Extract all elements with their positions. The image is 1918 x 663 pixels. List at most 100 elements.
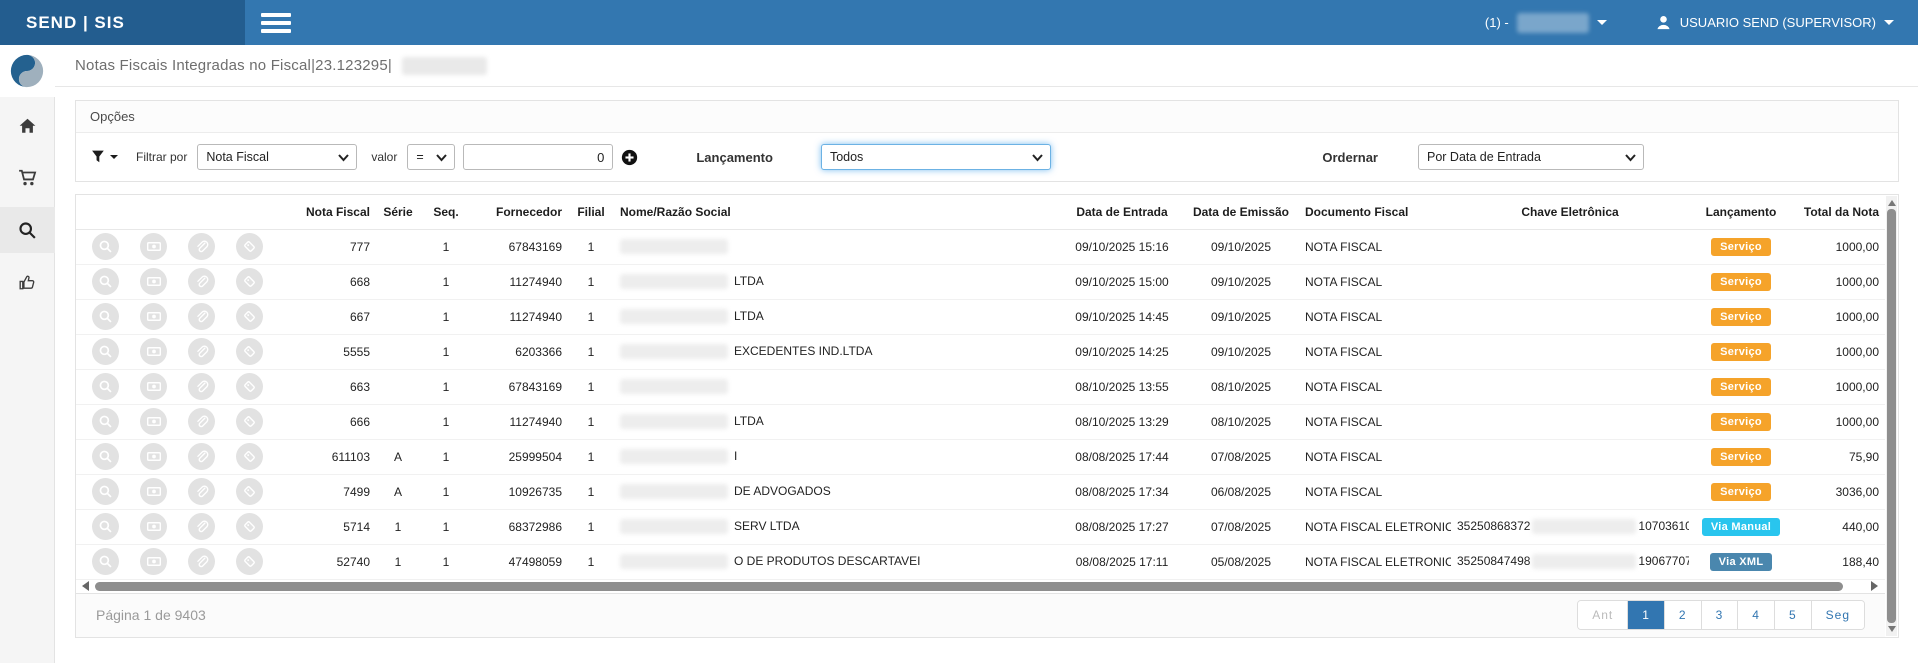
name-redacted (620, 484, 728, 499)
cell-actions (76, 474, 288, 509)
row-action-tag-icon[interactable] (236, 268, 263, 295)
row-action-tag-icon[interactable] (236, 513, 263, 540)
cell-documento: NOTA FISCAL ELETRONICA (1299, 544, 1451, 579)
row-action-tag-icon[interactable] (236, 408, 263, 435)
row-action-paperclip-icon[interactable] (188, 268, 215, 295)
row-action-money-icon[interactable] (140, 443, 167, 470)
row-action-tag-icon[interactable] (236, 443, 263, 470)
table-row: 571411683729861SERV LTDA08/08/2025 17:27… (76, 509, 1885, 544)
table-header-row: Nota FiscalSérieSeq.FornecedorFilialNome… (76, 195, 1885, 229)
cell-filial: 1 (568, 439, 614, 474)
row-action-paperclip-icon[interactable] (188, 338, 215, 365)
row-action-search-icon[interactable] (92, 548, 119, 575)
row-action-money-icon[interactable] (140, 478, 167, 505)
name-redacted (620, 554, 728, 569)
row-action-tag-icon[interactable] (236, 478, 263, 505)
app-logo[interactable] (0, 45, 55, 97)
horizontal-scrollbar[interactable] (76, 580, 1884, 593)
menu-icon[interactable] (261, 13, 291, 33)
pagination-5[interactable]: 5 (1774, 601, 1811, 629)
pagination-2[interactable]: 2 (1664, 601, 1701, 629)
sidebar-item-purchases[interactable] (0, 155, 55, 201)
sidebar-item-approvals[interactable] (0, 259, 55, 305)
cell-serie (376, 334, 420, 369)
lancamento-badge: Serviço (1711, 413, 1771, 431)
row-action-money-icon[interactable] (140, 513, 167, 540)
cell-filial: 1 (568, 334, 614, 369)
row-action-money-icon[interactable] (140, 548, 167, 575)
row-action-paperclip-icon[interactable] (188, 408, 215, 435)
scroll-up-icon[interactable] (1888, 200, 1896, 206)
vertical-scrollbar-thumb[interactable] (1887, 209, 1896, 623)
filter-icon[interactable] (90, 149, 118, 166)
scroll-left-icon[interactable] (82, 581, 89, 591)
row-action-search-icon[interactable] (92, 443, 119, 470)
lancamento-select[interactable]: Todos (821, 144, 1051, 170)
cell-nota: 5555 (288, 334, 376, 369)
cell-nome: I (614, 439, 1061, 474)
cell-entrada: 09/10/2025 14:45 (1061, 299, 1183, 334)
sidebar (0, 45, 55, 663)
scroll-down-icon[interactable] (1888, 626, 1896, 632)
cell-lancamento: Serviço (1689, 299, 1793, 334)
row-action-money-icon[interactable] (140, 303, 167, 330)
horizontal-scrollbar-thumb[interactable] (95, 582, 1843, 591)
row-action-paperclip-icon[interactable] (188, 233, 215, 260)
row-action-paperclip-icon[interactable] (188, 373, 215, 400)
column-header-nota: Nota Fiscal (288, 195, 376, 229)
cell-fornecedor: 67843169 (472, 229, 568, 264)
pagination-seg[interactable]: Seg (1811, 601, 1864, 629)
cell-filial: 1 (568, 264, 614, 299)
row-action-tag-icon[interactable] (236, 338, 263, 365)
pagination-1[interactable]: 1 (1627, 601, 1664, 629)
cell-fornecedor: 11274940 (472, 404, 568, 439)
row-action-search-icon[interactable] (92, 338, 119, 365)
cell-emissao: 05/08/2025 (1183, 544, 1299, 579)
row-action-paperclip-icon[interactable] (188, 443, 215, 470)
cell-fornecedor: 25999504 (472, 439, 568, 474)
row-action-tag-icon[interactable] (236, 548, 263, 575)
sidebar-item-home[interactable] (0, 103, 55, 149)
row-action-search-icon[interactable] (92, 373, 119, 400)
row-action-money-icon[interactable] (140, 408, 167, 435)
sidebar-item-search[interactable] (0, 207, 55, 253)
add-filter-button[interactable] (621, 149, 638, 166)
row-action-paperclip-icon[interactable] (188, 303, 215, 330)
row-action-money-icon[interactable] (140, 373, 167, 400)
vertical-scrollbar[interactable] (1886, 196, 1897, 636)
cell-actions (76, 299, 288, 334)
pagination-ant: Ant (1578, 601, 1627, 629)
ordernar-select[interactable]: Por Data de Entrada (1418, 144, 1644, 170)
filter-value-input[interactable] (463, 144, 613, 170)
filter-field-select[interactable]: Nota Fiscal (197, 144, 357, 170)
cell-seq: 1 (420, 229, 472, 264)
row-action-paperclip-icon[interactable] (188, 548, 215, 575)
cell-serie (376, 404, 420, 439)
user-menu[interactable]: USUARIO SEND (SUPERVISOR) (1655, 14, 1894, 31)
row-action-paperclip-icon[interactable] (188, 513, 215, 540)
row-action-search-icon[interactable] (92, 268, 119, 295)
cell-total: 3036,00 (1793, 474, 1885, 509)
cell-chave (1451, 334, 1689, 369)
row-action-search-icon[interactable] (92, 513, 119, 540)
row-action-tag-icon[interactable] (236, 373, 263, 400)
row-action-tag-icon[interactable] (236, 303, 263, 330)
cell-total: 440,00 (1793, 509, 1885, 544)
row-action-search-icon[interactable] (92, 303, 119, 330)
row-action-money-icon[interactable] (140, 268, 167, 295)
scroll-right-icon[interactable] (1871, 581, 1878, 591)
row-action-search-icon[interactable] (92, 408, 119, 435)
row-action-search-icon[interactable] (92, 478, 119, 505)
pagination-3[interactable]: 3 (1701, 601, 1738, 629)
ordernar-value: Por Data de Entrada (1427, 150, 1541, 164)
company-selector[interactable]: (1) - (1485, 13, 1607, 33)
row-action-money-icon[interactable] (140, 338, 167, 365)
cell-serie (376, 229, 420, 264)
row-action-search-icon[interactable] (92, 233, 119, 260)
pagination-4[interactable]: 4 (1737, 601, 1774, 629)
cell-total: 1000,00 (1793, 229, 1885, 264)
row-action-money-icon[interactable] (140, 233, 167, 260)
row-action-tag-icon[interactable] (236, 233, 263, 260)
operator-select[interactable]: = (407, 144, 455, 170)
row-action-paperclip-icon[interactable] (188, 478, 215, 505)
